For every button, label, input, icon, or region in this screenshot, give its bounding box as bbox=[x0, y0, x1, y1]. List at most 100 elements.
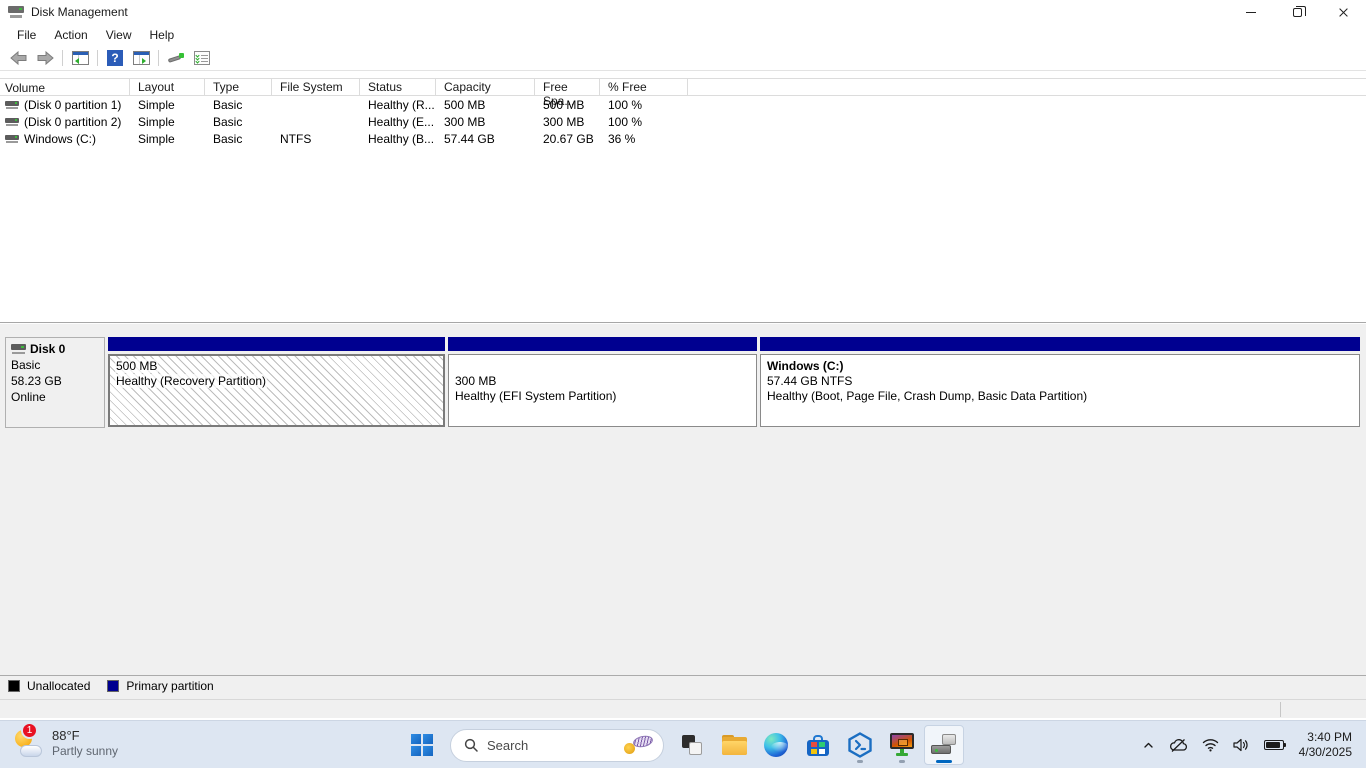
back-button[interactable] bbox=[7, 47, 31, 69]
partition-windows-c[interactable]: Windows (C:) 57.44 GB NTFS Healthy (Boot… bbox=[760, 337, 1360, 428]
volume-row-partition1[interactable]: (Disk 0 partition 1) Simple Basic Health… bbox=[0, 96, 1366, 113]
column-header-status[interactable]: Status bbox=[360, 79, 436, 95]
column-header-layout[interactable]: Layout bbox=[130, 79, 205, 95]
disk-name: Disk 0 bbox=[30, 342, 65, 356]
show-action-pane-button[interactable] bbox=[129, 47, 153, 69]
start-button[interactable] bbox=[402, 725, 442, 765]
volume-button[interactable] bbox=[1226, 725, 1257, 765]
column-header-file-system[interactable]: File System bbox=[272, 79, 360, 95]
column-header-pct-free[interactable]: % Free bbox=[600, 79, 688, 95]
type-cell: Basic bbox=[205, 115, 272, 129]
column-header-type[interactable]: Type bbox=[205, 79, 272, 95]
column-header-capacity[interactable]: Capacity bbox=[436, 79, 535, 95]
volume-cell: (Disk 0 partition 2) bbox=[0, 115, 130, 129]
close-button[interactable] bbox=[1320, 0, 1366, 24]
status-bar-divider bbox=[1280, 702, 1281, 717]
widgets-weather-button[interactable]: 1 88°F Partly sunny bbox=[10, 726, 118, 760]
column-header-spacer bbox=[688, 79, 1366, 95]
restore-button[interactable] bbox=[1274, 0, 1320, 24]
partition-status: Healthy (EFI System Partition) bbox=[455, 389, 750, 404]
task-view-icon bbox=[681, 734, 703, 756]
edge-icon bbox=[764, 733, 788, 757]
volume-name: (Disk 0 partition 2) bbox=[24, 115, 121, 129]
column-header-free-space[interactable]: Free Spa... bbox=[535, 79, 600, 95]
volume-row-partition2[interactable]: (Disk 0 partition 2) Simple Basic Health… bbox=[0, 113, 1366, 130]
menu-view[interactable]: View bbox=[97, 26, 141, 44]
search-icon bbox=[464, 738, 478, 752]
legend-bar: Unallocated Primary partition bbox=[0, 675, 1366, 695]
partition-color-bar bbox=[760, 337, 1360, 351]
menu-bar: File Action View Help bbox=[0, 24, 1366, 45]
notification-badge: 1 bbox=[21, 722, 38, 739]
battery-button[interactable] bbox=[1257, 725, 1291, 765]
monitor-icon bbox=[889, 733, 915, 757]
running-indicator bbox=[899, 760, 905, 763]
battery-icon bbox=[1264, 740, 1284, 750]
menu-help[interactable]: Help bbox=[141, 26, 184, 44]
checklist-tool-button[interactable] bbox=[190, 47, 214, 69]
partition-color-bar bbox=[448, 337, 757, 351]
close-icon bbox=[1338, 7, 1349, 18]
partition-recovery[interactable]: 500 MB Healthy (Recovery Partition) bbox=[108, 337, 445, 428]
disk-management-screen: Disk Management File Action View Help ? bbox=[0, 0, 1366, 768]
network-button[interactable] bbox=[1195, 725, 1226, 765]
app-disk-icon bbox=[8, 6, 24, 18]
volume-list: (Disk 0 partition 1) Simple Basic Health… bbox=[0, 96, 1366, 147]
chevron-up-icon bbox=[1142, 739, 1155, 752]
system-tray: 3:40 PM 4/30/2025 bbox=[1135, 721, 1366, 768]
tray-overflow-button[interactable] bbox=[1135, 725, 1162, 765]
capacity-cell: 300 MB bbox=[436, 115, 535, 129]
pct-free-cell: 100 % bbox=[600, 115, 688, 129]
partition-size: 300 MB bbox=[455, 374, 750, 389]
status-cell: Healthy (R... bbox=[360, 98, 436, 112]
help-icon: ? bbox=[107, 50, 123, 66]
column-header-volume[interactable]: Volume bbox=[0, 79, 130, 95]
show-console-tree-button[interactable] bbox=[68, 47, 92, 69]
help-button[interactable]: ? bbox=[103, 47, 127, 69]
pct-free-cell: 36 % bbox=[600, 132, 688, 146]
wand-icon bbox=[167, 51, 185, 65]
volume-disk-icon bbox=[5, 117, 19, 126]
weather-temperature: 88°F bbox=[52, 728, 118, 743]
capacity-cell: 500 MB bbox=[436, 98, 535, 112]
running-indicator bbox=[857, 760, 863, 763]
forward-arrow-icon bbox=[36, 50, 54, 66]
microsoft-store-button[interactable] bbox=[798, 725, 838, 765]
unallocated-swatch bbox=[8, 680, 20, 692]
disk-status: Online bbox=[11, 390, 99, 404]
edge-button[interactable] bbox=[756, 725, 796, 765]
disk-management-taskbar-button[interactable] bbox=[924, 725, 964, 765]
disk-icon bbox=[11, 344, 26, 354]
vm-monitor-button[interactable] bbox=[882, 725, 922, 765]
console-tree-icon bbox=[72, 51, 89, 65]
disk-management-icon bbox=[931, 734, 957, 756]
task-view-button[interactable] bbox=[672, 725, 712, 765]
volume-list-header: Volume Layout Type File System Status Ca… bbox=[0, 78, 1366, 96]
volume-row-windows-c[interactable]: Windows (C:) Simple Basic NTFS Healthy (… bbox=[0, 130, 1366, 147]
clock-button[interactable]: 3:40 PM 4/30/2025 bbox=[1291, 730, 1366, 760]
file-explorer-button[interactable] bbox=[714, 725, 754, 765]
wand-tool-button[interactable] bbox=[164, 47, 188, 69]
partition-color-bar bbox=[108, 337, 445, 351]
search-box[interactable]: Search bbox=[450, 729, 664, 762]
terminal-hexagon-button[interactable] bbox=[840, 725, 880, 765]
forward-button[interactable] bbox=[33, 47, 57, 69]
onedrive-button[interactable] bbox=[1162, 725, 1195, 765]
partition-efi[interactable]: 300 MB Healthy (EFI System Partition) bbox=[448, 337, 757, 428]
menu-file[interactable]: File bbox=[8, 26, 45, 44]
title-bar: Disk Management bbox=[0, 0, 1366, 24]
volume-cell: Windows (C:) bbox=[0, 132, 130, 146]
cloud-slash-icon bbox=[1169, 738, 1188, 753]
volume-name: (Disk 0 partition 1) bbox=[24, 98, 121, 112]
disk0-info-panel[interactable]: Disk 0 Basic 58.23 GB Online bbox=[5, 337, 105, 428]
restore-icon bbox=[1293, 8, 1302, 17]
minimize-button[interactable] bbox=[1228, 0, 1274, 24]
volume-disk-icon bbox=[5, 100, 19, 109]
toolbar-separator bbox=[97, 50, 98, 66]
hexagon-shell-icon bbox=[847, 732, 873, 758]
checklist-icon bbox=[194, 51, 210, 65]
primary-partition-swatch bbox=[107, 680, 119, 692]
clock-time: 3:40 PM bbox=[1299, 730, 1352, 745]
menu-action[interactable]: Action bbox=[45, 26, 96, 44]
toolbar: ? bbox=[0, 45, 1366, 71]
